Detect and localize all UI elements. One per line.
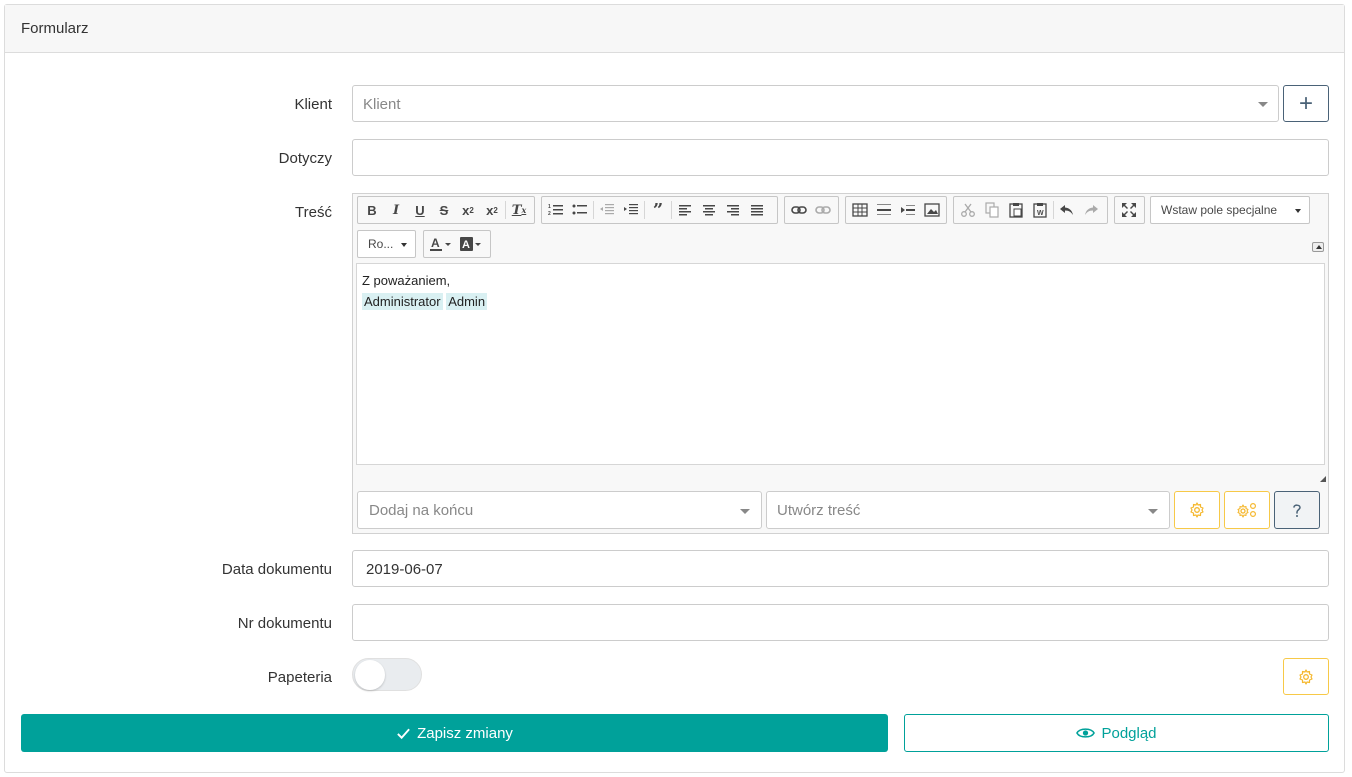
- blockquote-icon[interactable]: ”: [646, 198, 670, 222]
- doc-number-input[interactable]: [352, 604, 1329, 641]
- indent-icon[interactable]: [619, 198, 643, 222]
- toolbar-paragraph: 12 ”: [541, 196, 778, 224]
- preview-button[interactable]: Podgląd: [904, 714, 1329, 752]
- eye-icon: [1076, 728, 1096, 738]
- special-field-label: Wstaw pole specjalne: [1161, 203, 1278, 217]
- toolbar-colors: A A: [423, 230, 491, 258]
- special-field-tag[interactable]: Admin: [446, 293, 488, 310]
- chevron-down-icon: [1258, 102, 1268, 107]
- toolbar-divider: [1053, 201, 1054, 219]
- content-label: Treść: [295, 204, 332, 221]
- toolbar-insert: [845, 196, 947, 224]
- chevron-down-icon: [401, 243, 407, 247]
- gears-icon: [1237, 502, 1257, 518]
- subject-input[interactable]: [352, 139, 1329, 176]
- svg-text:2: 2: [548, 211, 551, 217]
- remove-format-button[interactable]: Tx: [507, 198, 531, 222]
- cut-icon[interactable]: [956, 198, 980, 222]
- subject-label: Dotyczy: [278, 150, 332, 167]
- align-center-icon[interactable]: [697, 198, 721, 222]
- bulleted-list-icon[interactable]: [568, 198, 592, 222]
- editor-line: Z poważaniem,: [362, 273, 451, 288]
- toolbar-view: [1114, 196, 1145, 224]
- letterhead-settings-button[interactable]: [1283, 658, 1329, 695]
- letterhead-toggle[interactable]: [352, 658, 422, 691]
- toolbar-clipboard: W: [953, 196, 1108, 224]
- font-select[interactable]: Ro...: [357, 230, 416, 258]
- link-icon[interactable]: [787, 198, 811, 222]
- svg-text:A: A: [431, 236, 440, 250]
- save-button-label: Zapisz zmiany: [417, 724, 513, 742]
- chevron-up-icon: [1316, 245, 1322, 249]
- toolbar-divider: [505, 201, 506, 219]
- svg-text:A: A: [462, 239, 470, 251]
- settings-button[interactable]: [1174, 491, 1220, 529]
- unlink-icon[interactable]: [811, 198, 835, 222]
- add-client-button[interactable]: +: [1283, 85, 1329, 122]
- doc-date-label: Data dokumentu: [221, 561, 332, 578]
- horizontal-line-icon[interactable]: [872, 198, 896, 222]
- advanced-settings-button[interactable]: [1224, 491, 1270, 529]
- letterhead-label: Papeteria: [267, 669, 332, 686]
- text-color-button[interactable]: A: [426, 232, 456, 256]
- append-placeholder: Dodaj na końcu: [369, 502, 474, 519]
- redo-icon[interactable]: [1079, 198, 1103, 222]
- chevron-down-icon: [1148, 509, 1158, 514]
- svg-text:W: W: [1037, 210, 1044, 217]
- undo-icon[interactable]: [1055, 198, 1079, 222]
- rich-text-editor: B I U S x2 x2 Tx 12 ” W Wstaw pole specj…: [352, 193, 1329, 534]
- doc-date-input[interactable]: 2019-06-07: [352, 550, 1329, 587]
- gear-icon: [1190, 502, 1204, 518]
- collapse-toolbar-button[interactable]: [1312, 242, 1324, 252]
- table-icon[interactable]: [848, 198, 872, 222]
- editor-body[interactable]: Z poważaniem, Administrator Admin: [356, 263, 1325, 465]
- toolbar-links: [784, 196, 839, 224]
- editor-line: Administrator Admin: [362, 291, 1319, 312]
- italic-button[interactable]: I: [384, 198, 408, 222]
- client-placeholder: Klient: [363, 96, 401, 113]
- question-icon: [1293, 504, 1301, 517]
- toolbar-divider: [671, 201, 672, 219]
- preview-button-label: Podgląd: [1101, 724, 1157, 742]
- client-select[interactable]: Klient: [352, 85, 1279, 122]
- client-label: Klient: [294, 96, 332, 113]
- maximize-icon[interactable]: [1117, 198, 1141, 222]
- toggle-knob: [355, 660, 385, 690]
- help-button[interactable]: [1274, 491, 1320, 529]
- font-select-label: Ro...: [368, 237, 394, 251]
- numbered-list-icon[interactable]: 12: [544, 198, 568, 222]
- paste-from-word-icon[interactable]: W: [1028, 198, 1052, 222]
- align-right-icon[interactable]: [721, 198, 745, 222]
- doc-number-label: Nr dokumentu: [237, 615, 332, 632]
- copy-icon[interactable]: [980, 198, 1004, 222]
- superscript-button[interactable]: x2: [480, 198, 504, 222]
- special-field-select[interactable]: Wstaw pole specjalne: [1150, 196, 1310, 224]
- paste-icon[interactable]: [1004, 198, 1028, 222]
- toolbar-basic-styles: B I U S x2 x2 Tx: [357, 196, 535, 224]
- toolbar-divider: [593, 201, 594, 219]
- bold-button[interactable]: B: [360, 198, 384, 222]
- create-content-select[interactable]: Utwórz treść: [766, 491, 1170, 529]
- append-select[interactable]: Dodaj na końcu: [357, 491, 762, 529]
- strikethrough-button[interactable]: S: [432, 198, 456, 222]
- svg-text:1: 1: [548, 204, 551, 210]
- resize-handle-icon[interactable]: [1320, 476, 1326, 482]
- image-icon[interactable]: [920, 198, 944, 222]
- background-color-button[interactable]: A: [456, 232, 486, 256]
- outdent-icon[interactable]: [595, 198, 619, 222]
- create-content-placeholder: Utwórz treść: [777, 502, 861, 519]
- toolbar-divider: [644, 201, 645, 219]
- chevron-down-icon: [740, 509, 750, 514]
- align-justify-icon[interactable]: [745, 198, 769, 222]
- save-button[interactable]: Zapisz zmiany: [21, 714, 888, 752]
- special-field-tag[interactable]: Administrator: [362, 293, 443, 310]
- check-icon: [397, 728, 410, 739]
- card-title: Formularz: [5, 5, 1344, 53]
- page-break-icon[interactable]: [896, 198, 920, 222]
- gear-icon: [1299, 668, 1313, 685]
- chevron-down-icon: [1295, 209, 1301, 213]
- align-left-icon[interactable]: [673, 198, 697, 222]
- underline-button[interactable]: U: [408, 198, 432, 222]
- subscript-button[interactable]: x2: [456, 198, 480, 222]
